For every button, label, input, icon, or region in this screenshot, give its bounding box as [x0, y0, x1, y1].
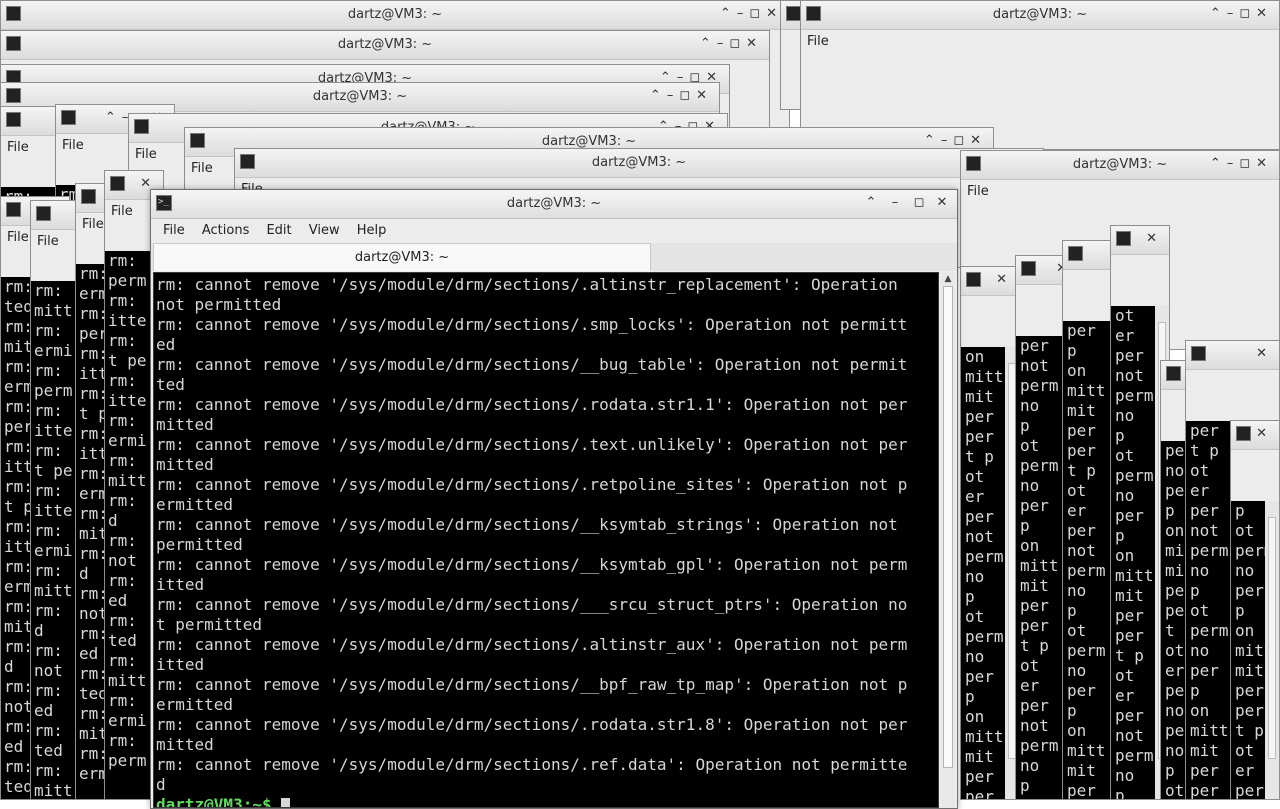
terminal-app-icon	[61, 110, 76, 125]
terminal-line: ted	[156, 375, 185, 394]
terminal-line: ed	[156, 335, 176, 354]
menu-bar: File Actions Edit View Help	[151, 219, 957, 243]
background-title-bar: dartz@VM3: ~⌃–◻✕	[235, 149, 1043, 178]
terminal-line: ermitted	[156, 495, 234, 514]
window-controls-icon: ⌃–◻✕	[719, 6, 783, 21]
terminal-line: d	[156, 775, 166, 794]
terminal-line: rm: cannot remove '/sys/module/drm/secti…	[156, 715, 908, 734]
terminal-app-icon	[1116, 231, 1131, 246]
background-window-title: dartz@VM3: ~	[992, 7, 1088, 22]
menu-actions[interactable]: Actions	[196, 219, 256, 243]
window-controls-icon: ⌃–◻✕	[923, 133, 987, 148]
background-window-title: dartz@VM3: ~	[591, 155, 687, 170]
terminal-app-icon	[1236, 426, 1251, 441]
window-controls-icon: ✕	[1256, 346, 1273, 361]
terminal-line: mitted	[156, 735, 214, 754]
terminal-line: not permitted	[156, 295, 282, 314]
terminal-app-icon	[6, 112, 21, 127]
background-menu-bar: File	[967, 184, 989, 199]
window-controls-icon: ⌃–◻✕	[699, 36, 763, 51]
background-title-bar: dartz@VM3: ~ ⌃–◻✕	[1, 31, 769, 60]
scrollbar-thumb	[1268, 517, 1276, 759]
background-title-bar: ✕	[961, 267, 1019, 296]
background-title-bar: dartz@VM3: ~ ⌃–◻✕	[801, 1, 1279, 30]
scroll-up-arrow-icon[interactable]: ▲	[941, 274, 955, 284]
background-window-title: dartz@VM3: ~	[347, 7, 443, 22]
terminal-line: t permitted	[156, 615, 262, 634]
window-controls-icon: ✕	[1146, 231, 1163, 246]
maximize-button[interactable]: ◻	[909, 193, 929, 213]
terminal-line: mitted	[156, 415, 214, 434]
terminal-line: rm: cannot remove '/sys/module/drm/secti…	[156, 675, 908, 694]
terminal-line: rm: cannot remove '/sys/module/drm/secti…	[156, 275, 898, 294]
terminal-app-icon	[786, 6, 801, 21]
scrollbar-thumb[interactable]	[943, 286, 953, 768]
background-title-bar: ✕	[1186, 341, 1279, 370]
terminal-app-icon	[81, 189, 96, 204]
background-title-bar: dartz@VM3: ~ ⌃–◻✕	[1, 1, 789, 30]
background-menu-bar: File	[807, 34, 829, 49]
window-controls-icon: ✕	[1256, 426, 1273, 441]
terminal-line: itted	[156, 575, 205, 594]
terminal-app-icon	[36, 206, 51, 221]
background-title-bar: ✕	[1231, 421, 1279, 450]
terminal-line: itted	[156, 655, 205, 674]
terminal-output[interactable]: rm: cannot remove '/sys/module/drm/secti…	[153, 272, 939, 808]
tab-terminal[interactable]: dartz@VM3: ~	[153, 243, 651, 271]
prompt-line: dartz@VM3:~$	[156, 795, 907, 808]
terminal-app-icon	[1191, 346, 1206, 361]
window-controls-icon: ⌃–◻✕	[1209, 156, 1273, 171]
terminal-lines: rm: cannot remove '/sys/module/drm/secti…	[156, 275, 908, 808]
terminal-app-icon	[110, 176, 125, 191]
background-title-bar: dartz@VM3: ~⌃–◻✕	[961, 151, 1279, 180]
terminal-line: permitted	[156, 535, 243, 554]
terminal-app-icon	[1021, 261, 1036, 276]
terminal-app-icon	[1068, 246, 1083, 261]
close-button[interactable]: ✕	[932, 193, 952, 213]
terminal-app-icon	[1166, 366, 1181, 381]
menu-help[interactable]: Help	[351, 219, 393, 243]
title-bar[interactable]: >_ dartz@VM3: ~ ⌃ – ◻ ✕	[151, 190, 957, 219]
terminal-window[interactable]: >_ dartz@VM3: ~ ⌃ – ◻ ✕ File Actions Edi…	[150, 189, 958, 809]
shell-prompt: dartz@VM3:~$	[156, 795, 272, 808]
window-title: dartz@VM3: ~	[506, 196, 602, 211]
shade-button[interactable]: ⌃	[861, 193, 881, 213]
terminal-line: rm: cannot remove '/sys/module/drm/secti…	[156, 595, 908, 614]
window-controls-icon: ⌃–◻✕	[649, 88, 713, 103]
background-terminal-window: ✕ p ot perm no per p on mitt mit per per …	[1230, 420, 1280, 800]
menu-view[interactable]: View	[303, 219, 346, 243]
background-scrollbar	[1265, 501, 1279, 799]
background-window-title: dartz@VM3: ~	[541, 134, 637, 149]
terminal-app-icon	[6, 202, 21, 217]
minimize-button[interactable]: –	[885, 193, 905, 213]
terminal-line: rm: cannot remove '/sys/module/drm/secti…	[156, 395, 908, 414]
terminal-line: mitted	[156, 455, 214, 474]
background-window-title: dartz@VM3: ~	[312, 89, 408, 104]
window-controls-icon: ⌃–◻✕	[1209, 6, 1273, 21]
terminal-line: rm: cannot remove '/sys/module/drm/secti…	[156, 635, 908, 654]
terminal-line: rm: cannot remove '/sys/module/drm/secti…	[156, 475, 908, 494]
background-window-title: dartz@VM3: ~	[337, 37, 433, 52]
background-terminal-window: ✕ on mitt mit per per t p ot er per not p…	[960, 266, 1020, 800]
window-controls-icon: ✕	[996, 272, 1013, 287]
terminal-line: ermitted	[156, 695, 234, 714]
menu-edit[interactable]: Edit	[260, 219, 297, 243]
terminal-line: rm: cannot remove '/sys/module/drm/secti…	[156, 515, 898, 534]
menu-file[interactable]: File	[157, 219, 191, 243]
vertical-scrollbar[interactable]: ▲	[941, 272, 955, 808]
terminal-line: rm: cannot remove '/sys/module/drm/secti…	[156, 555, 908, 574]
terminal-app-icon	[966, 272, 981, 287]
terminal-line: rm: cannot remove '/sys/module/drm/secti…	[156, 755, 908, 774]
tab-bar: dartz@VM3: ~	[151, 243, 957, 271]
background-title-bar: ✕	[1111, 226, 1169, 255]
terminal-line: rm: cannot remove '/sys/module/drm/secti…	[156, 435, 908, 454]
terminal-line: rm: cannot remove '/sys/module/drm/secti…	[156, 355, 908, 374]
terminal-line: rm: cannot remove '/sys/module/drm/secti…	[156, 315, 908, 334]
